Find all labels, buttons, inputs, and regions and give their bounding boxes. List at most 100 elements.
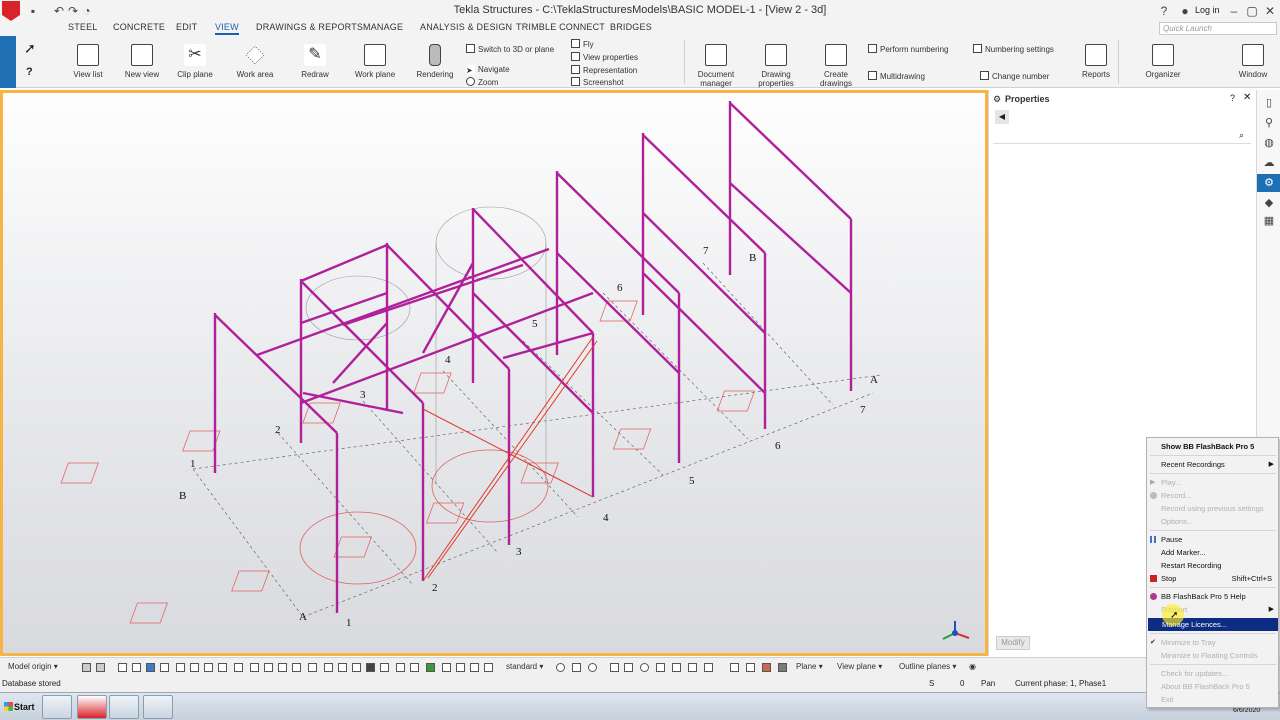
select-surfaces-icon[interactable] [278, 663, 287, 672]
redraw-button[interactable]: ✎ Redraw [287, 38, 343, 79]
zoom-button[interactable]: Zoom [466, 77, 498, 88]
components-icon[interactable]: ▦ [1262, 214, 1276, 228]
perform-numbering-button[interactable]: Perform numbering [868, 44, 948, 55]
snap-icon[interactable] [380, 663, 389, 672]
tab-analysis-design[interactable]: ANALYSIS & DESIGN [420, 22, 512, 32]
menu-item-restart[interactable]: Restart Recording [1147, 559, 1278, 572]
select-bolts-icon[interactable] [250, 663, 259, 672]
standard-dropdown[interactable]: standard ▾ [506, 662, 543, 671]
visibility-icon[interactable] [588, 663, 597, 672]
snap-square-icon[interactable] [624, 663, 633, 672]
drawing-properties-button[interactable]: Drawing properties [748, 38, 804, 88]
select-parts-icon[interactable] [132, 663, 141, 672]
select-views-icon[interactable] [234, 663, 243, 672]
user-icon[interactable]: ● [1178, 4, 1192, 18]
snap-mid-icon[interactable] [410, 663, 419, 672]
menu-item-options[interactable]: Options... [1147, 515, 1278, 528]
snap-toggle-icon[interactable] [82, 663, 91, 672]
select-cuts-icon[interactable] [218, 663, 227, 672]
tab-bridges[interactable]: BRIDGES [610, 22, 652, 32]
select-reference-icon[interactable] [338, 663, 347, 672]
login-link[interactable]: Log in [1195, 5, 1220, 15]
cloud-icon[interactable]: ☁ [1262, 156, 1276, 170]
view-list-button[interactable]: View list [60, 38, 116, 79]
view-properties-button[interactable]: View properties [571, 52, 638, 63]
explorer-task-icon[interactable] [42, 695, 72, 719]
snap-depth-icon[interactable] [556, 663, 565, 672]
tab-drawings-reports[interactable]: DRAWINGS & REPORTS [256, 22, 363, 32]
properties-search-input[interactable] [993, 130, 1251, 144]
maximize-icon[interactable]: ▢ [1245, 4, 1259, 18]
menu-item-play[interactable]: ▶ Play... [1147, 476, 1278, 489]
pin-icon[interactable]: ▯ [1262, 96, 1276, 110]
plane-dropdown[interactable]: Plane ▾ [796, 662, 823, 671]
close-panel-icon[interactable]: ✕ [1243, 92, 1251, 103]
snap-text-icon[interactable] [730, 663, 739, 672]
snap-toggle-icon[interactable] [96, 663, 105, 672]
work-area-button[interactable]: Work area [227, 38, 283, 79]
help-query-icon[interactable]: ? [26, 66, 33, 78]
navigate-button[interactable]: ➤ Navigate [466, 64, 510, 75]
snap-triangle-icon[interactable] [656, 663, 665, 672]
menu-item-stop[interactable]: Stop Shift+Ctrl+S [1147, 572, 1278, 585]
select-drawing-icon[interactable] [352, 663, 361, 672]
snap-lines-icon[interactable] [442, 663, 451, 672]
select-tasks-icon[interactable] [366, 663, 375, 672]
model-view-3d[interactable]: 1 B 2 3 4 5 6 7 B A 7 6 5 4 3 2 A 1 [0, 90, 988, 656]
snap-nearest-icon[interactable] [470, 663, 479, 672]
new-view-button[interactable]: New view [114, 38, 170, 79]
modify-button[interactable]: Modify [996, 636, 1030, 650]
representation-button[interactable]: Representation [571, 65, 637, 76]
select-pour-icon[interactable] [308, 663, 317, 672]
link-icon[interactable]: ⚲ [1262, 116, 1276, 130]
menu-item-minimize-tray[interactable]: ✔ Minimize to Tray [1147, 636, 1278, 649]
clip-plane-button[interactable]: ✂ Clip plane [167, 38, 223, 79]
change-number-button[interactable]: Change number [980, 71, 1049, 82]
select-arrow-icon[interactable]: ➚ [24, 40, 36, 57]
tab-edit[interactable]: EDIT [176, 22, 197, 32]
snap-perp-icon[interactable] [484, 663, 493, 672]
menu-item-check-updates[interactable]: Check for updates... [1147, 667, 1278, 680]
menu-item-recent[interactable]: Recent Recordings ▶ [1147, 458, 1278, 471]
help-icon[interactable]: ? [1157, 4, 1171, 18]
model-origin-dropdown[interactable]: Model origin ▾ [8, 662, 58, 671]
select-components-icon[interactable] [292, 663, 301, 672]
fly-button[interactable]: Fly [571, 39, 594, 50]
menu-item-record[interactable]: Record... [1147, 489, 1278, 502]
close-icon[interactable]: ✕ [1263, 4, 1277, 18]
snap-any-icon[interactable] [456, 663, 465, 672]
select-rebar-icon[interactable] [264, 663, 273, 672]
snap-geometry-icon[interactable] [426, 663, 435, 672]
snap-end-icon[interactable] [396, 663, 405, 672]
screenshot-button[interactable]: Screenshot [571, 77, 623, 88]
menu-item-exit[interactable]: Exit [1147, 693, 1278, 706]
document-manager-button[interactable]: Document manager [688, 38, 744, 88]
multidrawing-button[interactable]: Multidrawing [868, 71, 925, 82]
select-assembly-icon[interactable] [324, 663, 333, 672]
organizer-button[interactable]: Organizer [1135, 38, 1191, 79]
outline-planes-dropdown[interactable]: Outline planes ▾ [899, 662, 956, 671]
select-points-icon[interactable] [190, 663, 199, 672]
properties-gear-icon[interactable]: ⚙ [1257, 174, 1280, 192]
work-plane-button[interactable]: Work plane [347, 38, 403, 79]
globe-icon[interactable]: ◍ [1262, 136, 1276, 150]
select-icon[interactable] [118, 663, 127, 672]
switch-3d-button[interactable]: Switch to 3D or plane [466, 44, 554, 55]
rendering-button[interactable]: Rendering [407, 38, 463, 79]
window-button[interactable]: Window [1225, 38, 1280, 79]
tab-manage[interactable]: MANAGE [363, 22, 403, 32]
menu-item-help[interactable]: BB FlashBack Pro 5 Help [1147, 590, 1278, 603]
search-icon[interactable]: ⌕ [1239, 130, 1244, 141]
menu-item-add-marker[interactable]: Add Marker... [1147, 546, 1278, 559]
view-plane-dropdown[interactable]: View plane ▾ [837, 662, 882, 671]
create-drawings-button[interactable]: Create drawings [808, 38, 864, 88]
select-welds-icon[interactable] [204, 663, 213, 672]
menu-item-record-previous[interactable]: Record using previous settings [1147, 502, 1278, 515]
snap-free-icon[interactable] [746, 663, 755, 672]
tab-trimble-connect[interactable]: TRIMBLE CONNECT [516, 22, 605, 32]
structure-model[interactable]: 1 B 2 3 4 5 6 7 B A 7 6 5 4 3 2 A 1 [3, 93, 985, 653]
menu-item-show[interactable]: Show BB FlashBack Pro 5 [1147, 440, 1278, 453]
tab-concrete[interactable]: CONCRETE [113, 22, 165, 32]
app-task-icon[interactable] [109, 695, 139, 719]
snap-extension-icon[interactable] [704, 663, 713, 672]
